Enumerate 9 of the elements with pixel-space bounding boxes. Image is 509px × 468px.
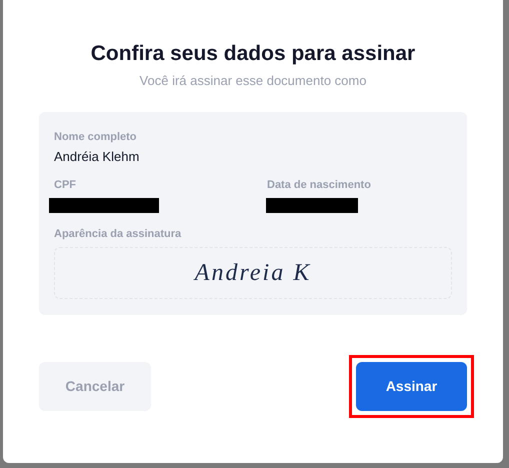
field-label: Nome completo — [54, 130, 138, 144]
field-value: Andréia Klehm — [54, 148, 140, 166]
dialog-title: Confira seus dados para assinar — [90, 41, 416, 67]
sign-button[interactable]: Assinar — [356, 362, 467, 411]
signature: Andreia K — [194, 259, 312, 288]
field-label: CPF — [54, 178, 77, 192]
dialog-subtitle: Você irá assinar esse documento como — [140, 72, 366, 90]
field-label: Data de nascimento — [267, 178, 372, 192]
field-label: Aparência da assinatura — [54, 227, 182, 241]
